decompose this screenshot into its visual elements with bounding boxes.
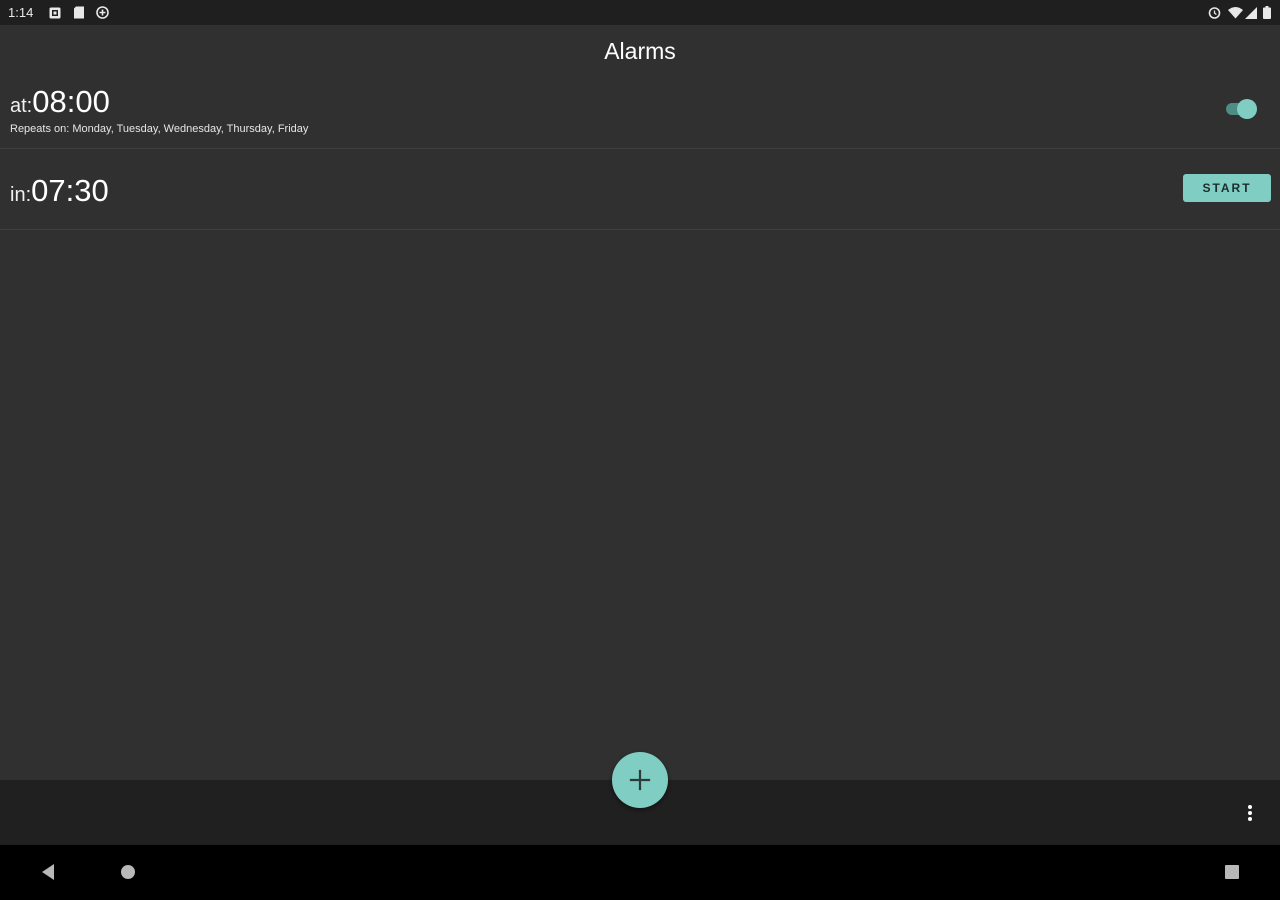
signal-icon bbox=[1245, 6, 1257, 24]
notification-icon bbox=[49, 6, 61, 24]
wifi-icon bbox=[1228, 6, 1243, 24]
add-alarm-button[interactable] bbox=[612, 752, 668, 808]
more-vert-icon[interactable] bbox=[1240, 802, 1260, 824]
plus-icon bbox=[629, 769, 651, 791]
system-nav-bar bbox=[0, 845, 1280, 900]
timer-item[interactable]: in:07:30 START bbox=[0, 149, 1280, 230]
home-icon[interactable] bbox=[119, 862, 137, 887]
battery-icon bbox=[1263, 6, 1271, 24]
alarm-repeat-days: Repeats on: Monday, Tuesday, Wednesday, … bbox=[10, 123, 309, 135]
alarm-icon bbox=[1208, 6, 1221, 24]
sd-card-icon bbox=[73, 6, 85, 24]
recents-icon[interactable] bbox=[1223, 862, 1241, 887]
back-icon[interactable] bbox=[39, 862, 57, 887]
timer-time-value: 07:30 bbox=[31, 173, 109, 208]
timer-time-prefix: in: bbox=[10, 184, 32, 206]
data-saver-icon bbox=[96, 6, 109, 24]
start-button[interactable]: START bbox=[1183, 174, 1271, 202]
alarms-screen: 1:14 Alarms at:08:00 Repeats on: Monday,… bbox=[0, 0, 1280, 900]
page-title: Alarms bbox=[604, 38, 676, 64]
alarm-enabled-toggle[interactable] bbox=[1224, 99, 1258, 119]
alarm-time-prefix: at: bbox=[10, 95, 33, 117]
alarm-time-value: 08:00 bbox=[32, 84, 110, 119]
alarm-item[interactable]: at:08:00 Repeats on: Monday, Tuesday, We… bbox=[0, 76, 1280, 149]
status-bar: 1:14 bbox=[0, 0, 1280, 25]
status-time: 1:14 bbox=[8, 5, 34, 20]
toggle-thumb bbox=[1237, 99, 1257, 119]
alarm-time: at:08:00 bbox=[10, 84, 110, 120]
timer-time: in:07:30 bbox=[10, 173, 109, 209]
